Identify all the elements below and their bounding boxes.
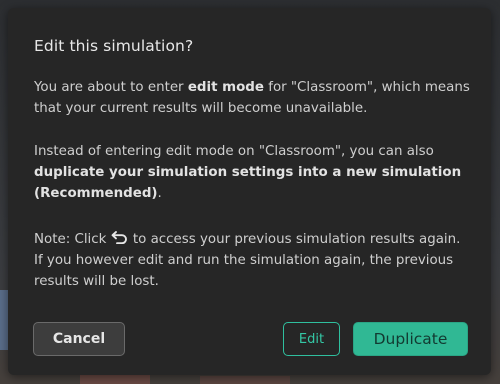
edit-mode-warning: You are about to enter edit mode for "Cl…: [34, 77, 470, 119]
p2-text-end: .: [157, 186, 162, 201]
backdrop-shape: [200, 376, 290, 384]
p1-text-start: You are about to enter: [34, 80, 188, 95]
p2-bold: duplicate your simulation settings into …: [34, 165, 462, 201]
edit-simulation-dialog: Edit this simulation? You are about to e…: [8, 8, 491, 375]
duplicate-recommendation: Instead of entering edit mode on "Classr…: [34, 141, 470, 204]
restore-note: Note: Click to access your previous simu…: [34, 229, 470, 292]
p3-text-start: Note: Click: [34, 232, 111, 247]
undo-icon: [111, 230, 129, 245]
cancel-button[interactable]: Cancel: [33, 322, 125, 356]
backdrop-shape: [80, 374, 150, 384]
p2-text-start: Instead of entering edit mode on "Classr…: [34, 144, 434, 159]
p1-bold: edit mode: [187, 80, 264, 95]
edit-button[interactable]: Edit: [283, 322, 340, 356]
duplicate-button[interactable]: Duplicate: [353, 322, 468, 356]
dialog-title: Edit this simulation?: [34, 37, 194, 55]
